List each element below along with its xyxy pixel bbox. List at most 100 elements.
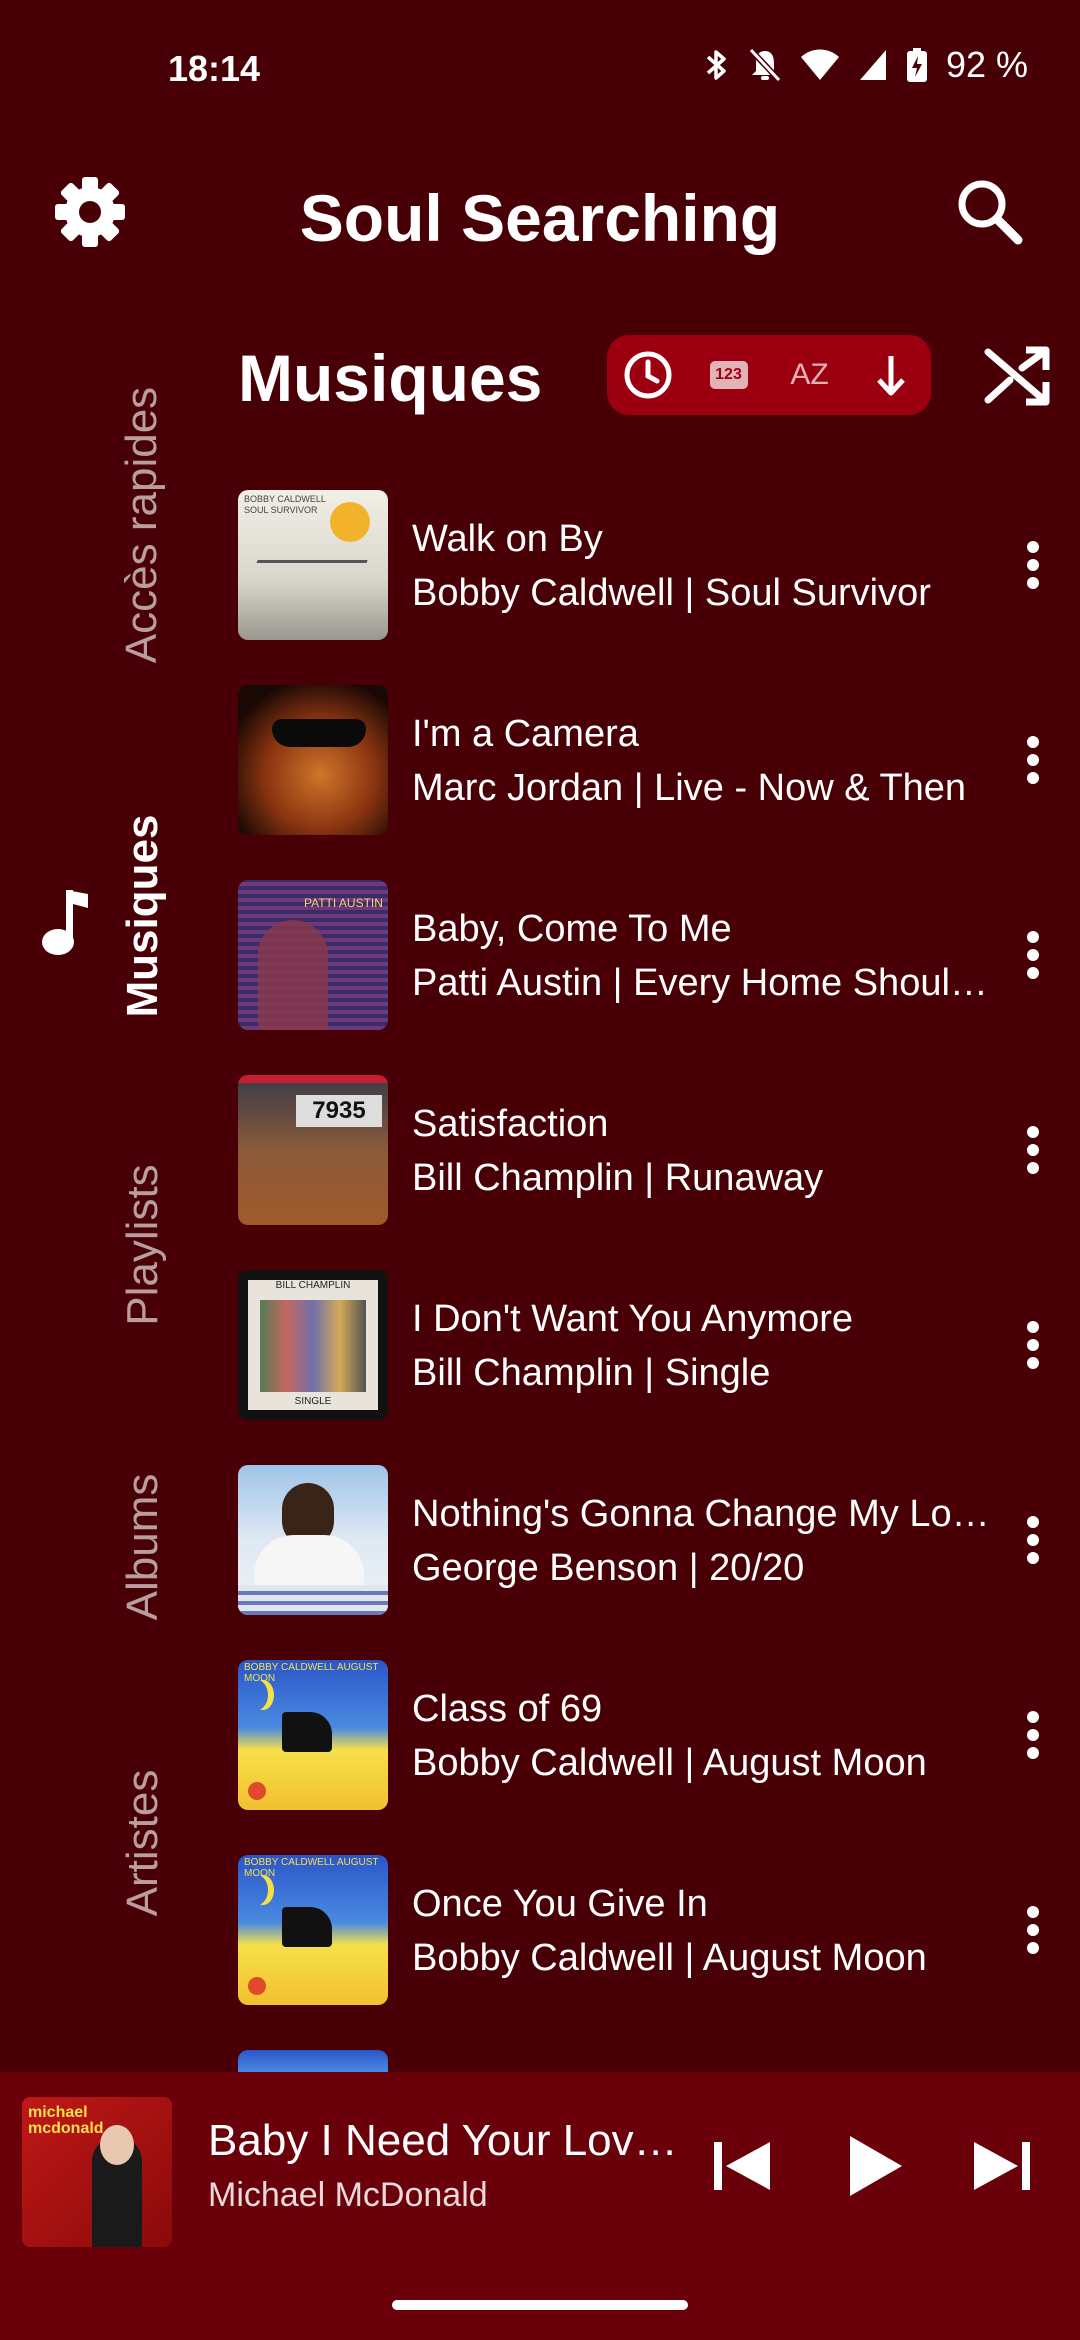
play-button[interactable] (836, 2128, 912, 2204)
cover-stripe (238, 1075, 388, 1083)
track-subtitle: Marc Jordan | Live - Now & Then (412, 767, 967, 809)
previous-button[interactable] (704, 2128, 780, 2204)
cover-moon (246, 1875, 268, 1905)
track-row[interactable]: PATTI AUSTIN Baby, Come To Me Patti Aust… (238, 880, 1080, 1030)
track-subtitle: Bobby Caldwell | August Moon (412, 1937, 927, 1979)
track-row[interactable]: BILL CHAMPLIN SINGLE I Don't Want You An… (238, 1270, 1080, 1420)
wifi-icon (800, 49, 839, 80)
cover-boat (238, 560, 368, 613)
cover-ball (248, 1977, 266, 1995)
album-cover: BOBBY CALDWELL AUGUST MOON (238, 1660, 388, 1810)
album-cover: PATTI AUSTIN (238, 880, 388, 1030)
track-title: Satisfaction (412, 1103, 609, 1145)
more-options-button[interactable] (1008, 530, 1058, 600)
skip-previous-icon (714, 2142, 770, 2190)
more-vert-icon (1027, 1906, 1039, 1954)
track-row[interactable]: Nothing's Gonna Change My Love For You G… (238, 1465, 1080, 1615)
number-sort-icon: 123 (709, 361, 748, 389)
search-button[interactable] (950, 172, 1030, 252)
more-vert-icon (1027, 541, 1039, 589)
track-subtitle: Bobby Caldwell | Soul Survivor (412, 572, 931, 614)
cover-moon (246, 1680, 268, 1710)
track-row[interactable]: BOBBY CALDWELL AUGUST MOON Class of 69 B… (238, 1660, 1080, 1810)
track-title: Nothing's Gonna Change My Love For You (412, 1493, 998, 1535)
track-row[interactable]: BOBBY CALDWELL SOUL SURVIVOR Walk on By … (238, 490, 1080, 640)
album-cover: 7935 (238, 1075, 388, 1225)
sort-order-button[interactable] (861, 345, 921, 405)
track-subtitle: George Benson | 20/20 (412, 1547, 805, 1589)
track-subtitle: Bill Champlin | Single (412, 1352, 771, 1394)
cover-figures (260, 1300, 366, 1392)
shuffle-button[interactable] (982, 340, 1052, 410)
more-options-button[interactable] (1008, 1505, 1058, 1575)
more-vert-icon (1027, 736, 1039, 784)
side-tab-artistes[interactable]: Artistes (118, 1748, 168, 1938)
home-indicator[interactable] (392, 2300, 688, 2310)
more-options-button[interactable] (1008, 1700, 1058, 1770)
album-cover (238, 1465, 388, 1615)
track-row[interactable]: 7935 Satisfaction Bill Champlin | Runawa… (238, 1075, 1080, 1225)
app-title: Soul Searching (299, 181, 781, 255)
track-title: Once You Give In (412, 1883, 708, 1925)
now-playing-artist: Michael McDonald (208, 2176, 488, 2214)
alpha-sort-icon: AZ (790, 358, 829, 391)
more-options-button[interactable] (1008, 920, 1058, 990)
cover-stripes (238, 1585, 388, 1615)
status-time: 18:14 (168, 48, 261, 89)
arrow-down-icon (876, 356, 905, 396)
notifications-off-icon (748, 47, 782, 83)
track-row[interactable]: I'm a Camera Marc Jordan | Live - Now & … (238, 685, 1080, 835)
more-vert-icon (1027, 1711, 1039, 1759)
music-note-icon (36, 880, 96, 960)
track-title: I Don't Want You Anymore (412, 1298, 853, 1340)
clock-icon (624, 351, 671, 399)
more-options-button[interactable] (1008, 1310, 1058, 1380)
next-button[interactable] (964, 2128, 1040, 2204)
track-row[interactable]: BOBBY CALDWELL AUGUST MOON Once You Give… (238, 1855, 1080, 2005)
album-cover: BOBBY CALDWELL AUGUST MOON (238, 1855, 388, 2005)
more-options-button[interactable] (1008, 1115, 1058, 1185)
track-subtitle: Bobby Caldwell | August Moon (412, 1742, 927, 1784)
cover-text: BOBBY CALDWELL SOUL SURVIVOR (244, 494, 326, 515)
track-subtitle: Bill Champlin | Runaway (412, 1157, 824, 1199)
sort-bar: 123 AZ (607, 335, 931, 415)
cover-figure (258, 920, 328, 1030)
play-icon (850, 2136, 902, 2196)
album-cover: BOBBY CALDWELL SOUL SURVIVOR (238, 490, 388, 640)
cover-text: BOBBY CALDWELL AUGUST MOON (244, 1662, 379, 1684)
more-vert-icon (1027, 931, 1039, 979)
now-playing-title: Baby I Need Your Loving (208, 2116, 678, 2165)
cover-text: michael mcdonald (28, 2104, 104, 2137)
sort-alpha-button[interactable]: AZ (780, 345, 840, 405)
more-vert-icon (1027, 1321, 1039, 1369)
cover-ball (248, 1782, 266, 1800)
more-options-button[interactable] (1008, 725, 1058, 795)
battery-icon (906, 48, 927, 82)
track-title: I'm a Camera (412, 713, 639, 755)
number-sort-label: 123 (715, 366, 742, 383)
signal-icon (859, 50, 886, 80)
cover-plate: 7935 (296, 1095, 382, 1127)
cover-sunglasses (272, 719, 366, 747)
status-icons: 92 % (704, 44, 1028, 86)
track-subtitle: Patti Austin | Every Home Should Have On… (412, 962, 998, 1004)
bluetooth-icon (706, 50, 726, 80)
cover-piano (282, 1907, 332, 1947)
cover-single: SINGLE (294, 1396, 332, 1407)
sort-recent-button[interactable] (618, 345, 678, 405)
album-cover: BILL CHAMPLIN SINGLE (238, 1270, 388, 1420)
more-options-button[interactable] (1008, 1895, 1058, 1965)
cover-piano (282, 1712, 332, 1752)
battery-percent: 92 % (945, 44, 1028, 85)
cover-text: PATTI AUSTIN (304, 896, 383, 910)
section-title: Musiques (238, 341, 543, 415)
side-tab-musiques[interactable]: Musiques (118, 811, 168, 1021)
side-tab-playlists[interactable]: Playlists (118, 1145, 168, 1345)
sort-number-button[interactable]: 123 (699, 345, 759, 405)
side-tab-acces-rapides[interactable]: Accès rapides (117, 375, 167, 675)
side-tab-albums[interactable]: Albums (118, 1457, 168, 1637)
cover-face (100, 2125, 134, 2165)
more-vert-icon (1027, 1126, 1039, 1174)
track-title: Class of 69 (412, 1688, 603, 1730)
track-title: Walk on By (412, 518, 603, 560)
